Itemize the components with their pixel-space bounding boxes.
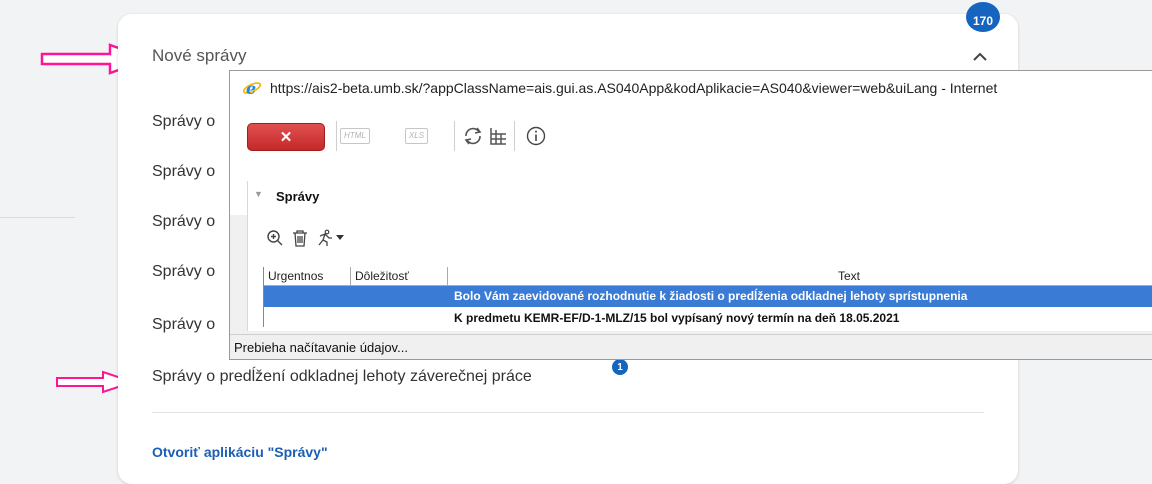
export-html-button[interactable]: HTML [340,128,370,144]
total-count-badge: 170 [966,2,1000,32]
message-item[interactable]: Správy o predĺžení odkladnej lehoty záve… [152,368,532,386]
refresh-icon[interactable] [462,125,484,147]
column-header-importance[interactable]: Dôležitosť [351,267,448,286]
caret-down-icon[interactable] [336,235,344,241]
messages-panel: ▼ Správy Urgentnos Dôležitosť Text Bolo … [247,181,1152,331]
card-title: Nové správy [152,46,247,65]
message-item[interactable]: Správy o [152,163,215,181]
panel-title: Správy [276,189,320,204]
popup-window: e https://ais2-beta.umb.sk/?appClassName… [229,70,1152,360]
collapse-triangle-icon[interactable]: ▼ [254,189,263,199]
window-titlebar: e https://ais2-beta.umb.sk/?appClassName… [230,71,1152,106]
zoom-in-icon[interactable] [266,229,284,247]
column-header-text[interactable]: Text [448,267,1152,286]
window-url: https://ais2-beta.umb.sk/?appClassName=a… [270,80,998,96]
toolbar-separator [336,121,337,151]
ie-logo-icon: e [242,79,262,97]
message-item[interactable]: Správy o [152,213,215,231]
toolbar-separator [514,121,515,151]
table-row[interactable]: K predmetu KEMR-EF/D-1-MLZ/15 bol vypísa… [264,308,1152,327]
messages-table: Urgentnos Dôležitosť Text Bolo Vám zaevi… [263,267,1152,327]
svg-text:e: e [246,79,256,97]
toolbar-separator [454,121,455,151]
info-icon[interactable] [525,125,547,147]
message-item[interactable]: Správy o [152,113,215,131]
close-button[interactable]: ✕ [247,123,325,151]
message-count-badge: 1 [612,359,628,375]
chevron-up-icon[interactable] [972,48,988,64]
toolbar: ✕ HTML XLS ▼ Správy Urgentnos Dôležitosť… [230,105,1152,331]
trash-icon[interactable] [291,229,309,247]
message-item[interactable]: Správy o [152,263,215,281]
export-xls-button[interactable]: XLS [405,128,429,144]
run-icon[interactable] [316,229,334,247]
column-header-urgency[interactable]: Urgentnos [264,267,351,286]
table-row[interactable]: Bolo Vám zaevidované rozhodnutie k žiado… [264,286,1152,307]
status-bar: Prebieha načítavanie údajov... [230,334,1152,359]
open-messages-link[interactable]: Otvoriť aplikáciu "Správy" [152,444,328,460]
message-item[interactable]: Správy o [152,316,215,334]
card-divider [152,412,984,413]
table-icon[interactable] [488,125,508,147]
left-divider [0,217,75,218]
